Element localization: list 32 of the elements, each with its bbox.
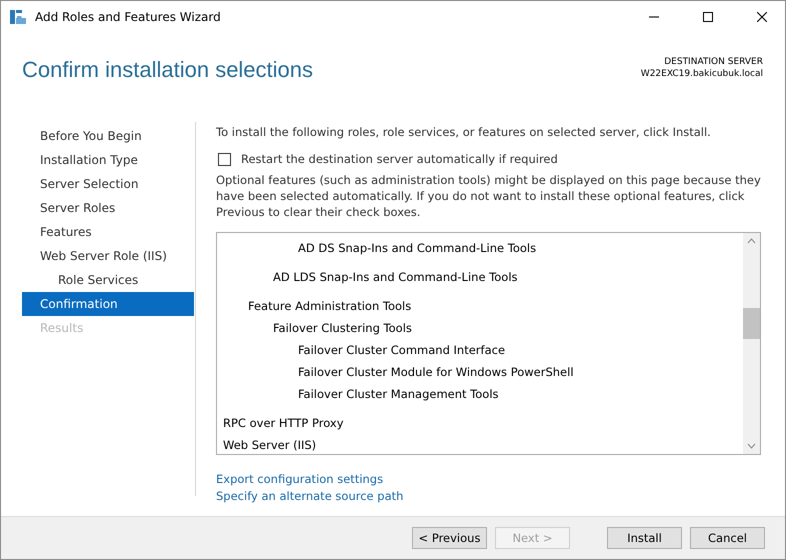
scrollbar[interactable]	[743, 233, 760, 454]
server-name: W22EXC19.bakicubuk.local	[640, 68, 763, 80]
server-icon	[9, 8, 27, 24]
feature-item: RPC over HTTP Proxy	[223, 415, 344, 432]
nav-item[interactable]: Server Roles	[22, 196, 194, 220]
feature-item: Failover Cluster Command Interface	[297, 342, 506, 359]
nav-item[interactable]: Confirmation	[22, 292, 194, 316]
nav-item[interactable]: Web Server Role (IIS)	[22, 244, 194, 268]
feature-item: Failover Cluster Module for Windows PowerShell	[297, 364, 575, 381]
nav-item[interactable]: Role Services	[22, 268, 194, 292]
link[interactable]: Specify an alternate source path	[216, 488, 404, 504]
feature-item: AD DS Snap-Ins and Command-Line Tools	[297, 240, 538, 257]
nav-item[interactable]: Server Selection	[22, 172, 194, 196]
nav-item[interactable]: Features	[22, 220, 194, 244]
note-text: Optional features (such as administration tools) might be displayed on this page because they have been selected automatically. If you do not want to install these optional features, click Previous to clear their check boxes.	[216, 172, 761, 220]
server-label: DESTINATION SERVER	[664, 56, 763, 68]
feature-item: Failover Clustering Tools	[272, 320, 413, 337]
window-title: Add Roles and Features Wizard	[35, 10, 222, 24]
feature-item: Web Server (IIS)	[223, 437, 318, 454]
wizard-button[interactable]: Cancel	[690, 527, 765, 549]
wizard-button[interactable]: Install	[607, 527, 682, 549]
scroll-thumb[interactable]	[743, 308, 760, 339]
wizard-button[interactable]: < Previous	[412, 527, 487, 549]
page-title: Confirm installation selections	[22, 57, 314, 84]
feature-item: Feature Administration Tools	[247, 298, 412, 315]
feature-item: Failover Cluster Management Tools	[297, 386, 500, 403]
intro-text: To install the following roles, role services, or features on selected server, click Install.	[216, 124, 712, 140]
nav-item[interactable]: Before You Begin	[22, 124, 194, 148]
link[interactable]: Export configuration settings	[216, 471, 384, 487]
restart-checkbox[interactable]: Restart the destination server automatically if required	[218, 152, 761, 166]
nav-item[interactable]: Installation Type	[22, 148, 194, 172]
feature-item: AD LDS Snap-Ins and Command-Line Tools	[272, 269, 519, 286]
